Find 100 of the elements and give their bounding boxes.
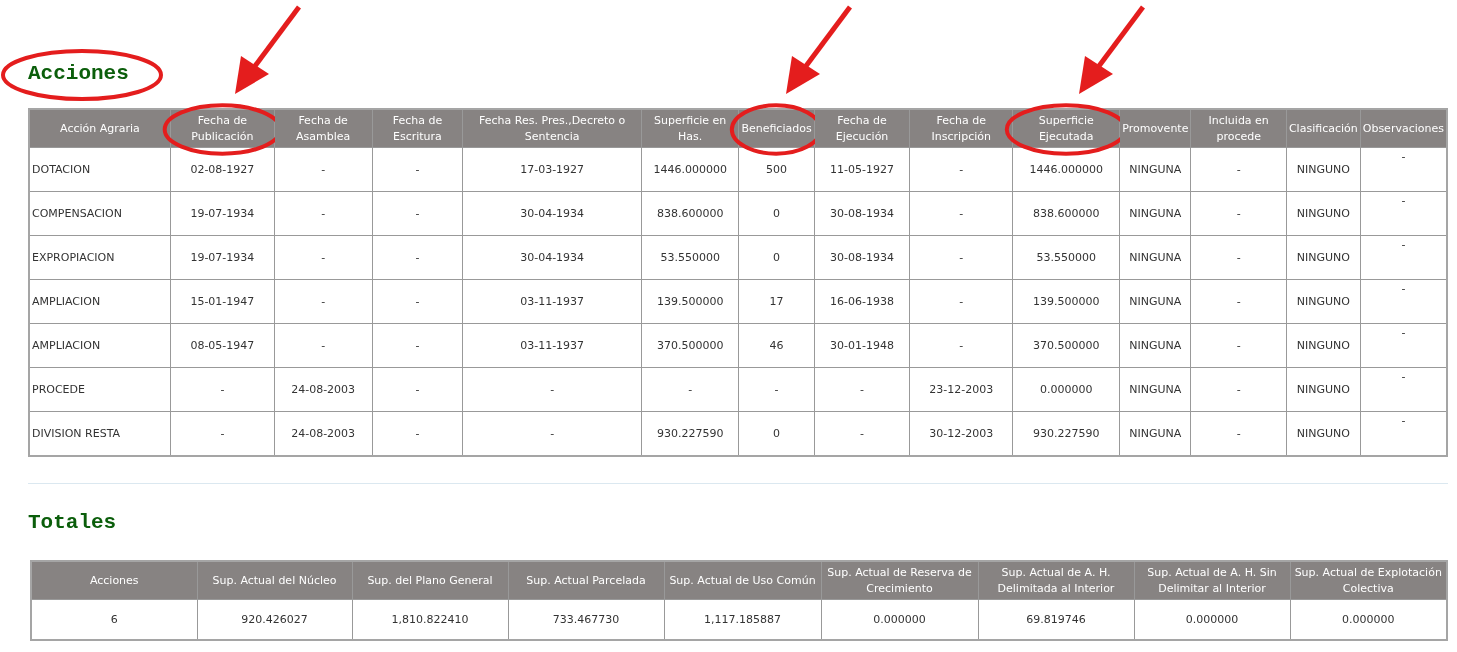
table-cell: DIVISION RESTA [29,411,171,456]
table-cell: 1,117.185887 [664,599,821,640]
table-cell: 30-08-1934 [814,191,910,236]
table-cell: - [909,147,1013,192]
table-cell: 03-11-1937 [462,323,642,368]
table-cell: 46 [738,323,815,368]
table-cell: NINGUNA [1119,279,1191,324]
table-cell: 30-01-1948 [814,323,910,368]
column-header: Acción Agraria [29,109,171,148]
table-cell: - [372,147,463,192]
table-cell: AMPLIACION [29,323,171,368]
table-cell: NINGUNA [1119,411,1191,456]
table-cell: - [274,323,372,368]
table-cell: 15-01-1947 [170,279,275,324]
table-cell: 838.600000 [1012,191,1120,236]
column-header: Superficie en Has. [641,109,739,148]
table-cell: NINGUNA [1119,191,1191,236]
table-cell: - [170,367,275,412]
table-cell: - [274,279,372,324]
table-cell: - [462,367,642,412]
table-cell: - [274,191,372,236]
table-cell: 6 [31,599,197,640]
column-header: Clasificación [1286,109,1361,148]
table-cell: - [909,323,1013,368]
table-cell: 370.500000 [641,323,739,368]
table-cell: - [738,367,815,412]
table-cell: 0 [738,191,815,236]
table-cell: - [1360,411,1447,456]
table-cell: 17 [738,279,815,324]
table-cell: 30-12-2003 [909,411,1013,456]
table-cell: COMPENSACION [29,191,171,236]
table-cell: NINGUNO [1286,279,1361,324]
table-cell: NINGUNO [1286,191,1361,236]
table-cell: 1446.000000 [641,147,739,192]
table-cell: - [372,367,463,412]
column-header: Sup. Actual del Núcleo [197,561,352,600]
table-cell: - [1190,367,1287,412]
table-cell: NINGUNA [1119,235,1191,280]
table-cell: 0.000000 [821,599,978,640]
column-header: Acciones [31,561,197,600]
table-cell: 930.227590 [1012,411,1120,456]
table-cell: EXPROPIACION [29,235,171,280]
table-cell: NINGUNA [1119,367,1191,412]
table-cell: - [814,411,910,456]
table-cell: 0.000000 [1290,599,1447,640]
table-cell: 139.500000 [1012,279,1120,324]
column-header: Sup. Actual Parcelada [508,561,664,600]
table-cell: 19-07-1934 [170,191,275,236]
table-cell: NINGUNO [1286,323,1361,368]
table-cell: - [1190,191,1287,236]
table-cell: NINGUNO [1286,147,1361,192]
table-cell: 11-05-1927 [814,147,910,192]
table-cell: PROCEDE [29,367,171,412]
column-header: Sup. Actual de Uso Común [664,561,821,600]
column-header: Promovente [1119,109,1191,148]
table-cell: 53.550000 [1012,235,1120,280]
section-title: Totales [28,512,117,534]
table-cell: - [909,191,1013,236]
table-cell: - [372,323,463,368]
table-cell: 24-08-2003 [274,411,372,456]
column-header: Fecha de Ejecución [814,109,910,148]
table-cell: 0.000000 [1134,599,1290,640]
table-cell: NINGUNO [1286,235,1361,280]
table-cell: - [462,411,642,456]
table-cell: 0.000000 [1012,367,1120,412]
table-cell: - [641,367,739,412]
table-cell: - [274,235,372,280]
column-header: Sup. Actual de A. H. Delimitada al Interior [978,561,1134,600]
table-cell: 17-03-1927 [462,147,642,192]
table-cell: 1,810.822410 [352,599,508,640]
table-cell: 930.227590 [641,411,739,456]
table-cell: AMPLIACION [29,279,171,324]
column-header: Fecha de Asamblea [274,109,372,148]
column-header: Sup. Actual de Reserva de Crecimiento [821,561,978,600]
table-cell: - [372,279,463,324]
table-cell: NINGUNA [1119,323,1191,368]
table-cell: 0 [738,411,815,456]
table-cell: NINGUNA [1119,147,1191,192]
column-header: Sup. Actual de A. H. Sin Delimitar al Interior [1134,561,1290,600]
table-cell: 69.819746 [978,599,1134,640]
table-cell: 30-04-1934 [462,191,642,236]
column-header: Fecha de Inscripción [909,109,1013,148]
column-header: Sup. del Plano General [352,561,508,600]
table-cell: - [1360,191,1447,236]
table-cell: - [274,147,372,192]
table-cell: - [1360,323,1447,368]
table-cell: - [1360,235,1447,280]
table-cell: - [1360,147,1447,192]
table-cell: 24-08-2003 [274,367,372,412]
column-header: Observaciones [1360,109,1447,148]
table-cell: - [814,367,910,412]
table-cell: 0 [738,235,815,280]
table-cell: 03-11-1937 [462,279,642,324]
table-cell: 733.467730 [508,599,664,640]
table-cell: - [372,411,463,456]
table-cell: 16-06-1938 [814,279,910,324]
table-cell: - [1190,147,1287,192]
table-cell: 53.550000 [641,235,739,280]
table-cell: 30-08-1934 [814,235,910,280]
table-cell: 23-12-2003 [909,367,1013,412]
